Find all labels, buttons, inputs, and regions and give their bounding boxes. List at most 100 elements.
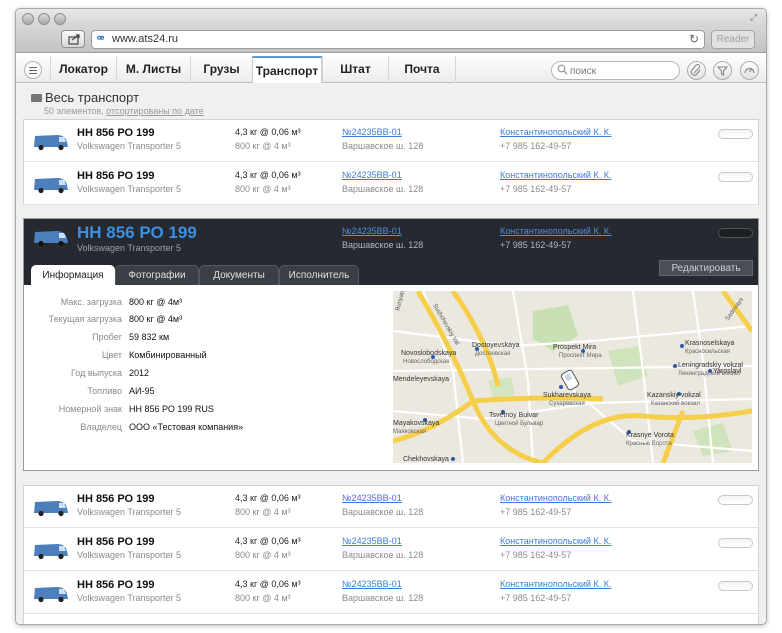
current-load: 4,3 кг @ 0,06 м³ xyxy=(235,536,301,546)
max-load: 800 кг @ 4 м³ xyxy=(235,593,291,603)
vehicle-row[interactable]: НН 856 РО 199 Volkswagen Transporter 5 4… xyxy=(24,572,758,614)
search-input[interactable] xyxy=(570,64,670,78)
reader-button[interactable]: Reader xyxy=(711,30,755,49)
waybill-link[interactable]: №24235ВВ-01 xyxy=(342,579,402,589)
driver-link[interactable]: Константинопольский К. К. xyxy=(500,579,611,589)
row-toggle[interactable] xyxy=(718,228,753,238)
svg-text:Chekhovskaya: Chekhovskaya xyxy=(403,456,449,463)
site-favicon-icon: ꟹ xyxy=(97,34,105,46)
vehicle-address: Варшавское ш. 128 xyxy=(342,141,424,151)
filter-icon[interactable] xyxy=(713,61,732,80)
van-icon xyxy=(34,501,68,517)
svg-text:Sukharevskaya: Sukharevskaya xyxy=(543,392,591,399)
vehicle-detail-card: НН 856 РО 199 Volkswagen Transporter 5 №… xyxy=(23,218,759,471)
svg-text:Yaroslavl: Yaroslavl xyxy=(713,368,742,375)
address-bar[interactable]: ꟹ www.ats24.ru ↻ xyxy=(91,30,705,49)
vehicle-plate: НН 856 РО 199 xyxy=(77,493,155,505)
detail-row: Владелец ООО «Тестовая компания» xyxy=(80,422,244,432)
tab-executor[interactable]: Исполнитель xyxy=(279,265,359,285)
url-text: www.ats24.ru xyxy=(112,33,179,45)
tab-route-sheets[interactable]: М. Листы xyxy=(116,56,190,83)
section-title: Весь транспорт xyxy=(45,90,140,105)
share-button[interactable] xyxy=(61,30,85,48)
driver-link[interactable]: Константинопольский К. К. xyxy=(500,493,611,503)
svg-text:Kazanskiy vokzal: Kazanskiy vokzal xyxy=(647,392,701,399)
tab-documents[interactable]: Документы xyxy=(199,265,279,285)
title-bar: ⤢ xyxy=(16,9,766,27)
vehicle-address: Варшавское ш. 128 xyxy=(342,240,424,250)
waybill-link[interactable]: №24235ВВ-01 xyxy=(342,226,402,236)
waybill-link[interactable]: №24235ВВ-01 xyxy=(342,536,402,546)
waybill-link[interactable]: №24235ВВ-01 xyxy=(342,170,402,180)
minimize-window-button[interactable] xyxy=(38,13,50,25)
search-box xyxy=(551,61,680,80)
reload-icon[interactable]: ↻ xyxy=(689,32,699,46)
current-load: 4,3 кг @ 0,06 м³ xyxy=(235,493,301,503)
vehicle-model: Volkswagen Transporter 5 xyxy=(77,184,182,194)
menu-button[interactable] xyxy=(24,61,42,79)
vehicle-plate: НН 856 РО 199 xyxy=(77,170,155,182)
vehicle-model: Volkswagen Transporter 5 xyxy=(77,507,182,517)
vehicle-list-top: НН 856 РО 199 Volkswagen Transporter 5 4… xyxy=(23,119,759,205)
current-load: 4,3 кг @ 0,06 м³ xyxy=(235,579,301,589)
driver-phone: +7 985 162-49-57 xyxy=(500,141,572,151)
svg-text:Казанский вокзал: Казанский вокзал xyxy=(651,400,700,407)
tab-cargo[interactable]: Грузы xyxy=(190,56,252,83)
current-load: 4,3 кг @ 0,06 м³ xyxy=(235,170,301,180)
tab-mail[interactable]: Почта xyxy=(388,56,456,83)
attachment-icon[interactable] xyxy=(687,61,706,80)
svg-text:Mayakovskaya: Mayakovskaya xyxy=(393,420,439,427)
detail-row: Топливо АИ-95 xyxy=(87,386,155,396)
vehicle-detail-header: НН 856 РО 199 Volkswagen Transporter 5 №… xyxy=(24,219,758,285)
fullscreen-icon[interactable]: ⤢ xyxy=(750,12,760,22)
vehicle-row[interactable]: НН 856 РО 199 Volkswagen Transporter 5 4… xyxy=(24,486,758,528)
folder-icon xyxy=(31,94,42,102)
speed-gauge-icon[interactable] xyxy=(740,61,759,80)
location-map[interactable]: Novoslobodskaya Новослободская Dostoyevs… xyxy=(393,291,752,463)
row-toggle[interactable] xyxy=(718,538,753,548)
tab-locator[interactable]: Локатор xyxy=(50,56,116,83)
tab-info[interactable]: Информация xyxy=(31,265,115,285)
driver-link[interactable]: Константинопольский К. К. xyxy=(500,170,611,180)
row-toggle[interactable] xyxy=(718,495,753,505)
vehicle-plate: НН 856 РО 199 xyxy=(77,579,155,591)
driver-phone: +7 985 162-49-57 xyxy=(500,184,572,194)
row-toggle[interactable] xyxy=(718,581,753,591)
vehicle-plate: НН 856 РО 199 xyxy=(77,536,155,548)
svg-text:Красносельская: Красносельская xyxy=(685,349,730,355)
row-toggle[interactable] xyxy=(718,172,753,182)
tab-photos[interactable]: Фотографии xyxy=(115,265,199,285)
tab-staff[interactable]: Штат xyxy=(322,56,388,83)
driver-link[interactable]: Константинопольский К. К. xyxy=(500,127,611,137)
max-load: 800 кг @ 4 м³ xyxy=(235,184,291,194)
waybill-link[interactable]: №24235ВВ-01 xyxy=(342,493,402,503)
max-load: 800 кг @ 4 м³ xyxy=(235,550,291,560)
zoom-window-button[interactable] xyxy=(54,13,66,25)
vehicle-address: Варшавское ш. 128 xyxy=(342,593,424,603)
edit-button[interactable]: Редактировать xyxy=(659,260,753,276)
svg-text:Проспект Мира: Проспект Мира xyxy=(559,353,602,359)
sort-link[interactable]: отсортированы по дате xyxy=(106,106,204,116)
vehicle-row[interactable]: НН 856 РО 199 Volkswagen Transporter 5 4… xyxy=(24,163,758,205)
vehicle-row[interactable]: НН 856 РО 199 Volkswagen Transporter 5 4… xyxy=(24,120,758,162)
detail-row: Пробег 59 832 км xyxy=(92,332,170,342)
driver-link[interactable]: Константинопольский К. К. xyxy=(500,226,611,236)
waybill-link[interactable]: №24235ВВ-01 xyxy=(342,127,402,137)
row-toggle[interactable] xyxy=(718,129,753,139)
svg-text:Цветной Бульвар: Цветной Бульвар xyxy=(495,420,544,427)
vehicle-plate: НН 856 РО 199 xyxy=(77,127,155,139)
tab-transport[interactable]: Транспорт xyxy=(252,56,322,83)
svg-text:Mendeleyevskaya: Mendeleyevskaya xyxy=(393,376,449,383)
main-content: Весь транспорт 50 элементов, отсортирова… xyxy=(16,84,766,624)
driver-phone: +7 985 162-49-57 xyxy=(500,240,572,250)
detail-row: Текущая загрузка 800 кг @ 4м³ xyxy=(48,314,183,324)
driver-phone: +7 985 162-49-57 xyxy=(500,550,572,560)
svg-text:Dostoyevskaya: Dostoyevskaya xyxy=(472,342,520,349)
close-window-button[interactable] xyxy=(22,13,34,25)
svg-text:Сухаревская: Сухаревская xyxy=(549,401,585,407)
vehicle-row[interactable]: НН 856 РО 199 Volkswagen Transporter 5 4… xyxy=(24,529,758,571)
detail-row: Цвет Комбинированный xyxy=(101,350,207,360)
driver-link[interactable]: Константинопольский К. К. xyxy=(500,536,611,546)
app-navigation: Локатор М. Листы Грузы Транспорт Штат По… xyxy=(16,53,766,83)
van-icon xyxy=(34,587,68,603)
